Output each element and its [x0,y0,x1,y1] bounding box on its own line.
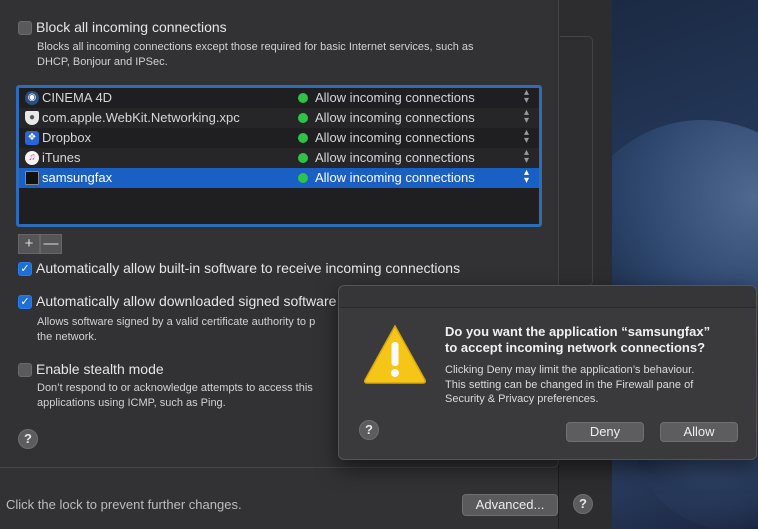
status-dot [298,173,308,183]
status-dot [298,113,308,123]
list-item[interactable]: ♫ iTunes Allow incoming connections ▴ ▾ [19,148,539,168]
stealth-description-line: applications using ICMP, such as Ping. [37,396,226,409]
block-all-description-line: Blocks all incoming connections except t… [37,41,474,53]
auto-builtin-label: Automatically allow built-in software to… [36,260,461,276]
list-item[interactable]: samsungfax Allow incoming connections ▴ ▾ [19,168,539,188]
itunes-icon: ♫ [25,151,39,165]
dialog-message: Clicking Deny may limit the application’… [445,363,745,407]
block-all-label: Block all incoming connections [36,19,227,35]
terminal-icon [25,171,39,185]
add-app-button[interactable]: + [18,234,40,254]
status-select[interactable]: Allow incoming connections [315,170,475,185]
cinema4d-icon: ◉ [25,91,39,105]
background-panel [560,36,593,286]
list-controls: + — [18,234,62,254]
dialog-help-button[interactable]: ? [359,420,379,440]
auto-signed-checkbox[interactable]: ✓ [18,295,32,309]
shield-icon: ● [25,111,39,125]
list-item[interactable]: ◉ CINEMA 4D Allow incoming connections ▴… [19,88,539,108]
app-name: com.apple.WebKit.Networking.xpc [42,110,240,125]
list-item[interactable]: ● com.apple.WebKit.Networking.xpc Allow … [19,108,539,128]
auto-signed-description: Allows software signed by a valid certif… [37,315,315,344]
chevron-updown-icon[interactable]: ▴ ▾ [524,148,529,166]
block-all-description-line: DHCP, Bonjour and IPSec. [37,55,168,68]
incoming-connection-alert: Do you want the application “samsungfax”… [338,285,757,460]
dropbox-icon: ❖ [25,131,39,145]
dialog-message-line: Security & Privacy preferences. [445,393,599,405]
chevron-updown-icon[interactable]: ▴ ▾ [524,128,529,146]
app-name: Dropbox [42,130,92,145]
stealth-mode-description: Don’t respond to or acknowledge attempts… [37,381,313,410]
status-dot [298,93,308,103]
application-list[interactable]: ◉ CINEMA 4D Allow incoming connections ▴… [16,85,542,227]
stealth-description-line: Don’t respond to or acknowledge attempts… [37,382,313,394]
warning-icon [363,322,427,386]
remove-app-button[interactable]: — [40,234,62,254]
chevron-updown-icon[interactable]: ▴ ▾ [524,88,529,106]
status-select[interactable]: Allow incoming connections [315,150,475,165]
chevron-updown-icon[interactable]: ▴ ▾ [524,108,529,126]
status-select[interactable]: Allow incoming connections [315,110,475,125]
app-name: iTunes [42,150,81,165]
dialog-title-line: to accept incoming network connections? [445,340,706,355]
block-all-description: Blocks all incoming connections except t… [37,40,474,69]
auto-signed-description-line: the network. [37,330,97,343]
status-select[interactable]: Allow incoming connections [315,130,475,145]
app-name: CINEMA 4D [42,90,113,105]
block-all-checkbox[interactable] [18,21,32,35]
dialog-title-line: Do you want the application “samsungfax” [445,324,711,339]
auto-signed-description-line: Allows software signed by a valid certif… [37,316,316,328]
dialog-titlebar [339,286,756,308]
auto-builtin-checkbox[interactable]: ✓ [18,262,32,276]
dialog-message-line: Clicking Deny may limit the application’… [445,364,695,376]
allow-button[interactable]: Allow [660,422,738,442]
advanced-button[interactable]: Advanced... [462,494,558,516]
dialog-message-line: This setting can be changed in the Firew… [445,378,694,391]
stealth-mode-label: Enable stealth mode [36,361,164,377]
help-button-main[interactable]: ? [573,494,593,514]
dialog-title: Do you want the application “samsungfax”… [445,324,745,356]
list-item[interactable]: ❖ Dropbox Allow incoming connections ▴ ▾ [19,128,539,148]
lock-hint-text: Click the lock to prevent further change… [6,497,242,512]
status-dot [298,153,308,163]
deny-button[interactable]: Deny [566,422,644,442]
help-button[interactable]: ? [18,429,38,449]
status-select[interactable]: Allow incoming connections [315,90,475,105]
auto-signed-label: Automatically allow downloaded signed so… [36,293,345,309]
app-name: samsungfax [42,170,113,185]
warning-triangle-icon [364,324,426,384]
stealth-mode-checkbox[interactable] [18,363,32,377]
status-dot [298,133,308,143]
chevron-updown-icon[interactable]: ▴ ▾ [524,168,529,186]
